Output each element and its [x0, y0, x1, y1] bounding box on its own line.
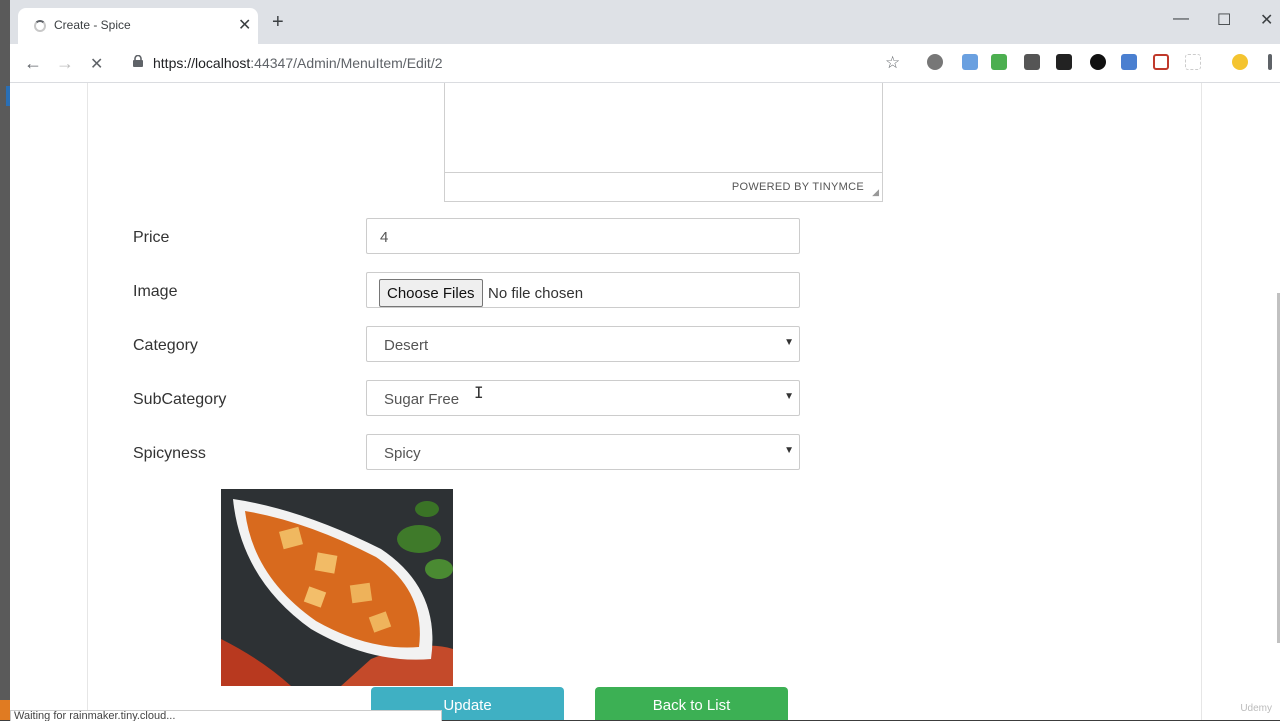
browser-status-bar: Waiting for rainmaker.tiny.cloud... — [10, 710, 442, 721]
no-file-text: No file chosen — [488, 285, 584, 302]
subcategory-label: SubCategory — [133, 391, 227, 408]
extension-counter-icon[interactable] — [1090, 54, 1106, 70]
category-label: Category — [133, 337, 198, 354]
browser-window: Create - Spice ✕ + — ☐ ✕ ← → ✕ https://l… — [10, 0, 1280, 721]
minimize-icon[interactable]: — — [1173, 10, 1189, 28]
resize-grip-icon[interactable]: ◢ — [872, 187, 879, 198]
text-cursor-icon: I — [474, 383, 484, 402]
address-bar[interactable]: https://localhost:44347/Admin/MenuItem/E… — [153, 55, 443, 71]
maximize-icon[interactable]: ☐ — [1217, 10, 1231, 30]
profile-avatar-icon[interactable] — [1232, 54, 1248, 70]
subcategory-value: Sugar Free — [384, 391, 460, 408]
udemy-watermark: Udemy — [1240, 703, 1272, 714]
extension-pen-icon[interactable] — [962, 54, 978, 70]
extension-screen-icon[interactable] — [1024, 54, 1040, 70]
spicyness-label: Spicyness — [133, 445, 206, 462]
taskbar-app-icon[interactable] — [0, 700, 10, 720]
back-to-list-button[interactable]: Back to List — [595, 687, 788, 720]
editor-statusbar: POWERED BY TINYMCE ◢ — [445, 172, 882, 201]
back-icon[interactable]: ← — [24, 53, 42, 74]
tab-create-spice[interactable]: Create - Spice ✕ — [18, 8, 258, 44]
subcategory-select[interactable]: Sugar Free ▼ — [366, 380, 800, 416]
price-label: Price — [133, 229, 170, 246]
chevron-down-icon: ▼ — [784, 391, 794, 402]
page-content: POWERED BY TINYMCE ◢ Price 4 Image Choos… — [10, 83, 1280, 720]
lock-icon[interactable] — [133, 55, 143, 67]
extension-globe-icon[interactable] — [927, 54, 943, 70]
taskbar-edge — [0, 0, 10, 720]
extension-e-icon[interactable] — [1056, 54, 1072, 70]
chevron-down-icon: ▼ — [784, 337, 794, 348]
spicyness-value: Spicy — [384, 445, 421, 462]
url-host: https://localhost — [153, 55, 251, 71]
extension-pocket-icon[interactable] — [1153, 54, 1169, 70]
tab-strip: Create - Spice ✕ + — ☐ ✕ — [10, 0, 1280, 44]
new-tab-icon[interactable]: + — [272, 12, 284, 32]
chevron-down-icon: ▼ — [784, 445, 794, 456]
tab-title: Create - Spice — [54, 18, 131, 32]
forward-icon[interactable]: → — [56, 53, 74, 74]
window-close-icon[interactable]: ✕ — [1260, 10, 1273, 30]
browser-toolbar: ← → ✕ https://localhost:44347/Admin/Menu… — [10, 44, 1280, 83]
loading-spinner-icon — [34, 20, 46, 32]
extension-new-icon[interactable] — [991, 54, 1007, 70]
extension-blank-icon[interactable] — [1185, 54, 1201, 70]
extension-download-icon[interactable] — [1121, 54, 1137, 70]
rich-text-editor[interactable]: POWERED BY TINYMCE ◢ — [444, 83, 883, 202]
menu-kebab-icon[interactable] — [1268, 54, 1272, 70]
stop-loading-icon[interactable]: ✕ — [90, 54, 103, 74]
choose-files-button[interactable]: Choose Files — [379, 279, 483, 307]
menu-item-image — [221, 489, 453, 686]
image-label: Image — [133, 283, 178, 300]
spicyness-select[interactable]: Spicy ▼ — [366, 434, 800, 470]
category-select[interactable]: Desert ▼ — [366, 326, 800, 362]
price-input[interactable]: 4 — [366, 218, 800, 254]
url-path: :44347/Admin/MenuItem/Edit/2 — [250, 55, 443, 71]
bookmark-star-icon[interactable]: ☆ — [885, 53, 900, 73]
tab-close-icon[interactable]: ✕ — [238, 15, 251, 35]
price-value: 4 — [380, 229, 389, 246]
powered-by-tinymce[interactable]: POWERED BY TINYMCE — [732, 181, 864, 193]
image-file-input[interactable]: Choose Files No file chosen — [366, 272, 800, 308]
category-value: Desert — [384, 337, 429, 354]
